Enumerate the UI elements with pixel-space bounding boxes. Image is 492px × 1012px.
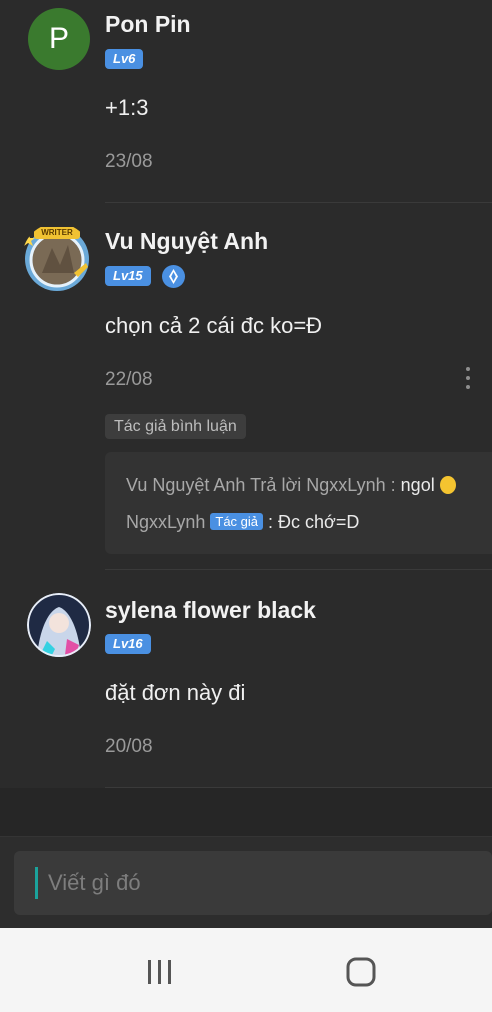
reply-text: : Đc chớ=D [268, 512, 360, 532]
reply-preview[interactable]: Vu Nguyệt Anh Trả lời NgxxLynh : ngol Ng… [105, 452, 492, 554]
comment-item: P Pon Pin Lv6 +1:3 23/08 [0, 0, 492, 203]
reply-line: NgxxLynh Tác giả : Đc chớ=D [126, 512, 359, 533]
reply-user[interactable]: NgxxLynh [126, 512, 205, 532]
comment-content: đặt đơn này đi [105, 680, 246, 705]
level-badge: Lv16 [105, 634, 151, 654]
spacer-band [0, 788, 492, 836]
comment-input[interactable]: Viết gì đó [14, 851, 492, 915]
reply-line: Vu Nguyệt Anh Trả lời NgxxLynh : ngol [126, 475, 456, 496]
comment-author-name[interactable]: Vu Nguyệt Anh [105, 228, 268, 255]
user-avatar-image-icon [27, 593, 91, 657]
comment-date: 22/08 [105, 369, 153, 390]
comment-content: chọn cả 2 cái đc ko=Đ [105, 313, 323, 338]
avatar[interactable]: P [28, 8, 90, 70]
emoji-icon [439, 476, 456, 494]
comment-item: WRITER Vu Nguyệt Anh Lv15 chọn cả 2 cái … [0, 203, 492, 570]
reply-action: Trả lời [250, 475, 302, 495]
diamond-badge-icon [162, 265, 185, 288]
author-comment-tag: Tác giả bình luận [105, 414, 246, 439]
avatar[interactable] [27, 593, 91, 657]
recent-apps-icon[interactable] [141, 956, 181, 990]
avatar-frame-label: WRITER [41, 228, 73, 237]
reply-user[interactable]: Vu Nguyệt Anh [126, 475, 245, 495]
system-nav-bar [0, 928, 492, 1012]
comment-item: sylena flower black Lv16 đặt đơn này đi … [0, 570, 492, 788]
comment-content: +1:3 [105, 95, 149, 120]
comment-composer-bar: Viết gì đó [0, 836, 492, 929]
level-badge: Lv15 [105, 266, 151, 286]
reply-target[interactable]: NgxxLynh : [306, 475, 395, 495]
input-placeholder: Viết gì đó [48, 870, 141, 895]
author-tag: Tác giả [210, 513, 264, 530]
reply-text: ngol [400, 475, 435, 495]
level-badge: Lv6 [105, 49, 144, 69]
kebab-menu-icon[interactable] [465, 367, 471, 394]
comment-date: 23/08 [105, 151, 153, 172]
comment-date: 20/08 [105, 736, 153, 757]
home-icon[interactable] [341, 956, 381, 990]
comment-author-name[interactable]: Pon Pin [105, 11, 191, 38]
text-cursor [35, 867, 38, 899]
comment-feed: P Pon Pin Lv6 +1:3 23/08 WRITER Vu Nguyệ… [0, 0, 492, 788]
comment-author-name[interactable]: sylena flower black [105, 597, 316, 624]
avatar[interactable]: WRITER [22, 223, 92, 293]
